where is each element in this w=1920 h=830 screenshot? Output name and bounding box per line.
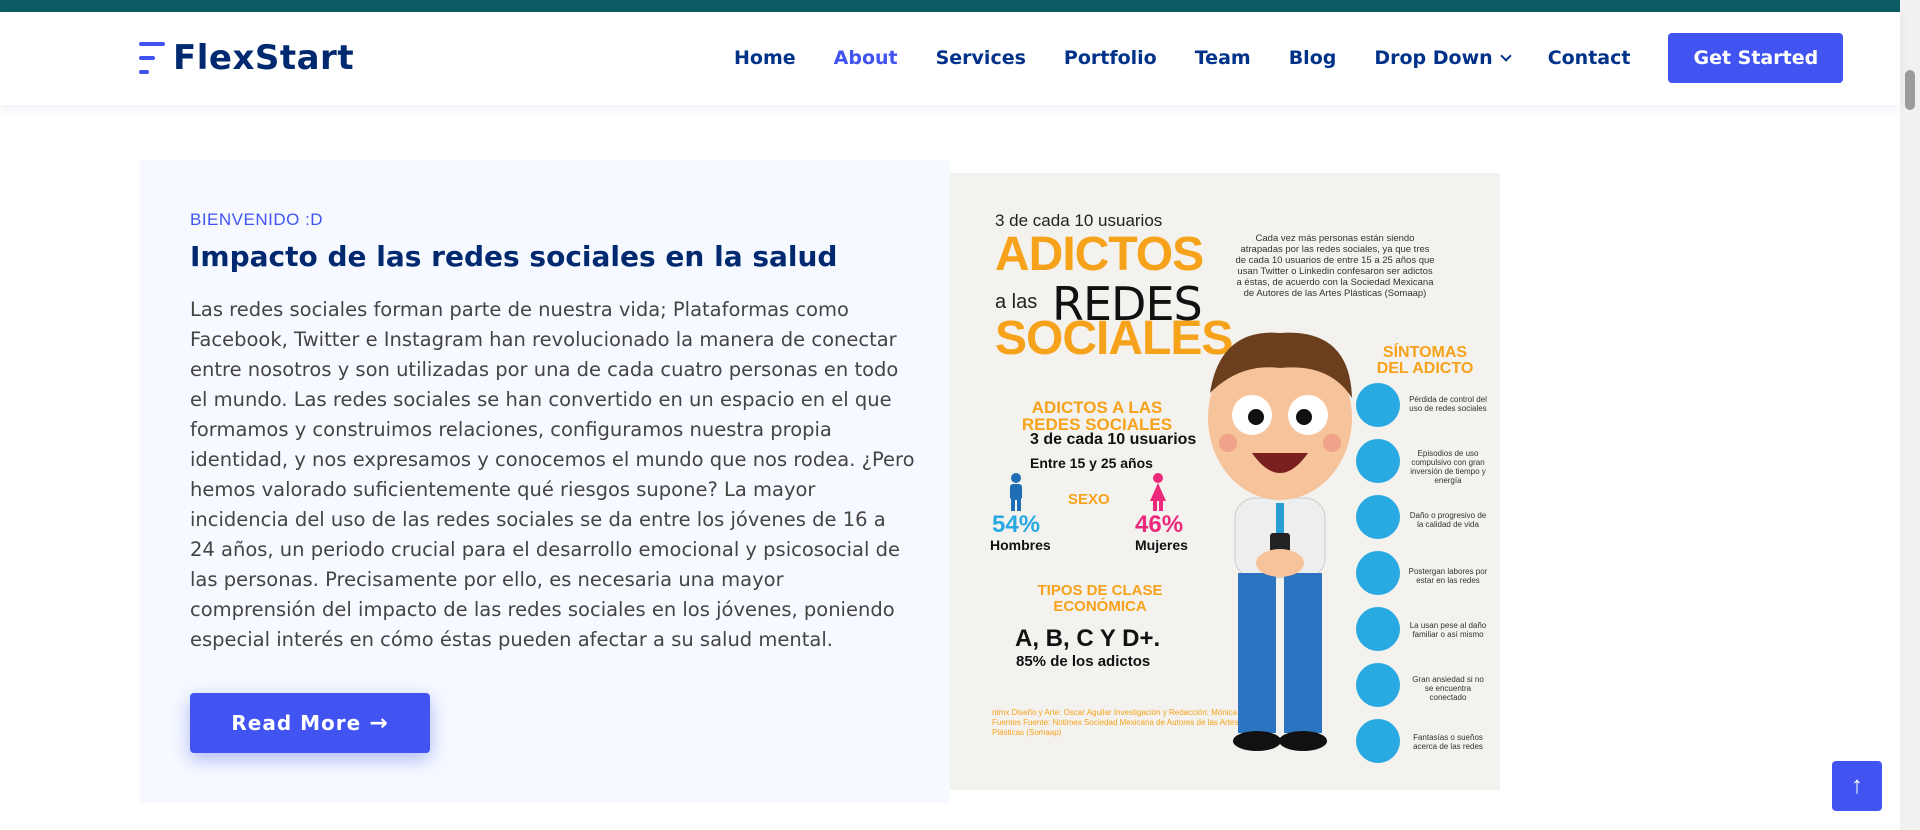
ig-age-range: Entre 15 y 25 años bbox=[1030, 455, 1153, 471]
get-started-button[interactable]: Get Started bbox=[1668, 33, 1844, 83]
nav-home[interactable]: Home bbox=[734, 47, 796, 69]
page-scrollbar[interactable] bbox=[1900, 0, 1920, 830]
logo[interactable]: FlexStart bbox=[139, 38, 354, 78]
ig-description: Cada vez más personas están siendo atrap… bbox=[1235, 233, 1435, 299]
nav-contact[interactable]: Contact bbox=[1548, 47, 1631, 69]
about-content-card: Bienvenido :D Impacto de las redes socia… bbox=[140, 160, 950, 803]
ig-symptoms-title: SÍNTOMAS DEL ADICTO bbox=[1376, 344, 1474, 377]
scrollbar-thumb[interactable] bbox=[1905, 70, 1915, 110]
ig-symptom-7: Fantasías o sueños acerca de las redes bbox=[1413, 733, 1483, 751]
ig-men-pct: 54% bbox=[992, 511, 1041, 538]
infographic-image: 3 de cada 10 usuarios ADICTOS a las REDE… bbox=[950, 173, 1500, 790]
ig-symptom-4: Postergan labores por estar en las redes bbox=[1408, 567, 1488, 585]
read-more-label: Read More bbox=[231, 711, 362, 735]
ig-women-pct: 46% bbox=[1135, 511, 1184, 538]
main-nav: Home About Services Portfolio Team Blog … bbox=[734, 33, 1844, 83]
site-header: FlexStart Home About Services Portfolio … bbox=[0, 12, 1900, 105]
ig-symptom-5: La usan pese al daño familiar o así mism… bbox=[1409, 621, 1487, 639]
nav-about[interactable]: About bbox=[834, 47, 898, 69]
read-more-button[interactable]: Read More → bbox=[190, 693, 430, 753]
ig-clases-pct: 85% de los adictos bbox=[1016, 653, 1151, 670]
logo-text: FlexStart bbox=[173, 38, 355, 78]
arrow-up-icon: ↑ bbox=[1851, 772, 1863, 799]
ig-symptom-6: Gran ansiedad si no se encuentra conecta… bbox=[1412, 675, 1484, 702]
nav-blog[interactable]: Blog bbox=[1289, 47, 1337, 69]
section-title: Impacto de las redes sociales en la salu… bbox=[190, 240, 838, 273]
section-body: Las redes sociales forman parte de nuest… bbox=[190, 298, 915, 651]
nav-team[interactable]: Team bbox=[1195, 47, 1251, 69]
top-accent-strip bbox=[0, 0, 1900, 12]
logo-icon bbox=[139, 40, 167, 76]
ig-symptom-1: Pérdida de control del uso de redes soci… bbox=[1409, 395, 1487, 413]
symptom-faces-icon bbox=[1356, 383, 1400, 763]
back-to-top-button[interactable]: ↑ bbox=[1832, 761, 1882, 811]
ig-clases: A, B, C Y D+. bbox=[1015, 625, 1161, 652]
arrow-right-icon: → bbox=[369, 710, 389, 736]
ig-sexo: SEXO bbox=[1068, 491, 1110, 508]
ig-line2: ADICTOS bbox=[995, 228, 1204, 281]
nav-dropdown-label: Drop Down bbox=[1374, 47, 1493, 69]
ig-adictos-title: ADICTOS A LAS REDES SOCIALES bbox=[1021, 398, 1173, 434]
ig-men-label: Hombres bbox=[990, 537, 1051, 553]
ig-symptom-3: Daño o progresivo de la calidad de vida bbox=[1409, 511, 1487, 529]
nav-dropdown[interactable]: Drop Down bbox=[1374, 47, 1512, 69]
ig-stat: 3 de cada 10 usuarios bbox=[1030, 431, 1197, 448]
nav-portfolio[interactable]: Portfolio bbox=[1064, 47, 1157, 69]
woman-icon bbox=[1150, 473, 1166, 511]
section-eyebrow: Bienvenido :D bbox=[190, 210, 324, 229]
ig-symptom-2: Episodios de uso compulsivo con gran inv… bbox=[1410, 449, 1486, 485]
ig-clase-title: TIPOS DE CLASE ECONÓMICA bbox=[1037, 582, 1163, 615]
chevron-down-icon bbox=[1500, 49, 1512, 62]
nav-services[interactable]: Services bbox=[936, 47, 1026, 69]
man-icon bbox=[1010, 473, 1022, 511]
